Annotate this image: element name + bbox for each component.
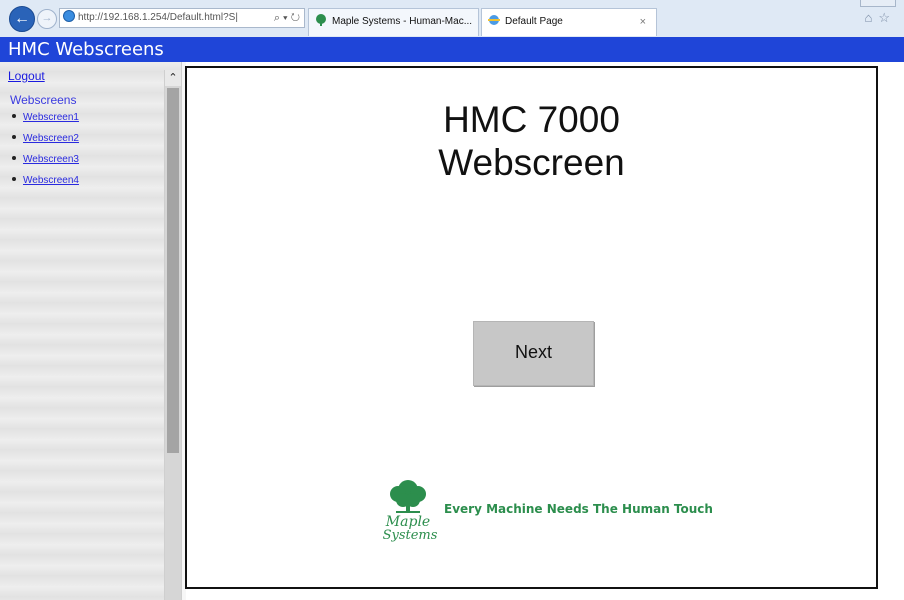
tree-icon [316,14,326,26]
list-item: Webscreen3 [10,153,79,174]
sidebar-section-title: Webscreens [10,93,77,107]
page-title: HMC Webscreens [8,39,164,60]
sidebar-item-webscreen2[interactable]: Webscreen2 [23,133,79,144]
browser-toolbar: ← → http://192.168.1.254/Default.html?S|… [0,0,904,38]
maple-tree-logo-icon: Maple Systems [383,480,438,543]
logout-link[interactable]: Logout [8,69,45,83]
next-button[interactable]: Next [473,321,594,386]
back-button[interactable]: ← [9,6,35,32]
bullet-icon [12,114,16,118]
list-item: Webscreen1 [10,111,79,132]
sidebar-item-webscreen1[interactable]: Webscreen1 [23,112,79,123]
ie-page-icon [488,15,500,25]
tab-label: Default Page [505,16,563,27]
star-icon[interactable]: ☆ [878,10,896,25]
bullet-icon [12,156,16,160]
sidebar-item-webscreen3[interactable]: Webscreen3 [23,154,79,165]
scroll-up-icon[interactable]: ⌃ [165,70,181,86]
bullet-icon [12,177,16,181]
home-icon[interactable]: ⌂ [864,10,878,25]
tab-close-icon[interactable]: × [640,9,646,35]
address-bar[interactable]: http://192.168.1.254/Default.html?S| ⌕ ▾… [59,8,305,28]
list-item: Webscreen4 [10,174,79,195]
maple-systems-logo: Maple Systems Every Machine Needs The Hu… [376,478,713,544]
webscreen-list: Webscreen1 Webscreen2 Webscreen3 Webscre… [10,111,79,195]
heading-line-2: Webscreen [438,142,625,183]
page-title-bar: HMC Webscreens [0,37,904,62]
ie-icon [63,10,75,22]
tab-default-page[interactable]: Default Page × [481,8,657,36]
heading-line-1: HMC 7000 [443,99,620,140]
address-controls[interactable]: ⌕ ▾ ↻ [274,9,300,27]
svg-text:Systems: Systems [383,528,438,543]
webscreen-heading: HMC 7000 Webscreen [187,98,876,184]
address-url: http://192.168.1.254/Default.html?S| [78,12,238,23]
scrollbar-thumb[interactable] [167,88,179,453]
logo-tagline: Every Machine Needs The Human Touch [444,502,713,516]
sidebar: Logout Webscreens Webscreen1 Webscreen2 … [0,62,181,600]
bullet-icon [12,135,16,139]
forward-button[interactable]: → [37,9,57,29]
tab-label: Maple Systems - Human-Mac... [332,16,473,27]
sidebar-scrollbar[interactable]: ⌃ [164,70,181,600]
list-item: Webscreen2 [10,132,79,153]
webscreen-panel: HMC 7000 Webscreen Next Maple Systems Ev… [185,66,878,589]
window-controls[interactable] [860,0,896,7]
tab-maple-systems[interactable]: Maple Systems - Human-Mac... [308,8,479,36]
sidebar-item-webscreen4[interactable]: Webscreen4 [23,175,79,186]
